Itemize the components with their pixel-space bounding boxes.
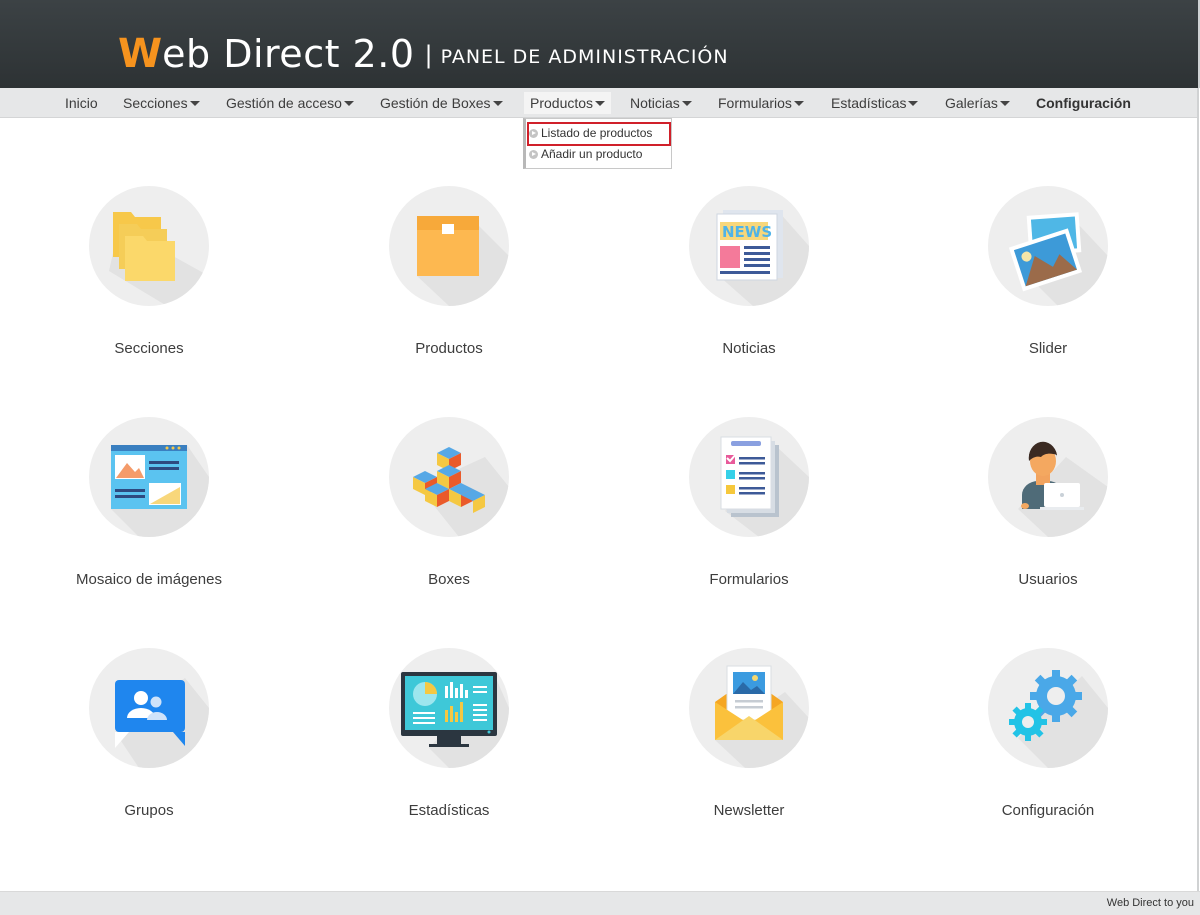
tile-icon-circle: NEWS [689, 186, 809, 306]
folders-icon [109, 212, 209, 306]
tile-mosaico-imagenes[interactable]: Mosaico de imágenes [29, 417, 269, 617]
statistics-monitor-icon [401, 672, 509, 768]
nav-item-label: Productos [530, 95, 594, 111]
nav-item-label: Inicio [65, 95, 98, 111]
nav-item-configuracion[interactable]: Configuración [1036, 92, 1131, 114]
page-right-border [1197, 88, 1199, 891]
tile-label: Slider [1028, 340, 1068, 357]
tile-label: Formularios [709, 571, 789, 588]
nav-item-label: Gestión de Boxes [380, 95, 491, 111]
nav-item-secciones[interactable]: Secciones [123, 92, 200, 114]
tile-label: Estadísticas [408, 802, 490, 819]
footer-text: Web Direct to you [1106, 897, 1194, 909]
tile-newsletter[interactable]: Newsletter [629, 648, 869, 848]
nav-item-estadisticas[interactable]: Estadísticas [831, 92, 919, 114]
dropdown-item-anadir-producto[interactable]: Añadir un producto [529, 145, 642, 165]
gears-icon [1009, 670, 1108, 768]
tile-icon-circle [988, 186, 1108, 306]
caret-down-icon [681, 101, 692, 106]
nav-item-gestion-acceso[interactable]: Gestión de acceso [226, 92, 354, 114]
tile-icon-circle [988, 648, 1108, 768]
user-icon [1018, 441, 1108, 537]
tile-configuracion[interactable]: Configuración [928, 648, 1168, 848]
dropdown-item-label: Listado de productos [541, 126, 653, 140]
caret-down-icon [595, 101, 606, 106]
caret-down-icon [492, 101, 503, 106]
main-nav: Inicio Secciones Gestión de acceso Gesti… [0, 88, 1198, 118]
tile-label: Productos [415, 340, 483, 357]
logo-separator: | [424, 41, 433, 69]
nav-item-label: Gestión de acceso [226, 95, 342, 111]
nav-item-label: Configuración [1036, 95, 1131, 111]
tile-icon-circle [389, 417, 509, 537]
tile-label: Secciones [114, 340, 184, 357]
app-logo: Web Direct 2.0 | PANEL DE ADMINISTRACIÓN [118, 31, 729, 81]
tile-estadisticas[interactable]: Estadísticas [329, 648, 569, 848]
tile-formularios[interactable]: Formularios [629, 417, 869, 617]
svg-text:NEWS: NEWS [722, 223, 772, 241]
nav-item-galerias[interactable]: Galerías [945, 92, 1010, 114]
box-icon [417, 216, 509, 306]
form-icon [720, 436, 809, 537]
tile-slider[interactable]: Slider [928, 186, 1168, 386]
caret-down-icon [908, 101, 919, 106]
nav-item-label: Secciones [123, 95, 188, 111]
tile-productos[interactable]: Productos [329, 186, 569, 386]
tile-icon-circle [389, 186, 509, 306]
nav-item-label: Noticias [630, 95, 680, 111]
tile-icon-circle [89, 648, 209, 768]
images-icon [1008, 212, 1108, 306]
tile-icon-circle [89, 186, 209, 306]
dropdown-item-listado-productos[interactable]: Listado de productos [527, 122, 671, 146]
tile-label: Noticias [722, 340, 776, 357]
tile-label: Newsletter [713, 802, 785, 819]
tile-usuarios[interactable]: Usuarios [928, 417, 1168, 617]
nav-item-gestion-boxes[interactable]: Gestión de Boxes [380, 92, 503, 114]
nav-item-label: Estadísticas [831, 95, 907, 111]
header-subtitle: PANEL DE ADMINISTRACIÓN [440, 46, 729, 68]
newspaper-icon: NEWS [716, 210, 809, 306]
nav-item-label: Formularios [718, 95, 792, 111]
newsletter-envelope-icon [715, 665, 809, 768]
nav-item-formularios[interactable]: Formularios [718, 92, 804, 114]
tile-icon-circle [689, 417, 809, 537]
tile-boxes[interactable]: Boxes [329, 417, 569, 617]
caret-down-icon [999, 101, 1010, 106]
dropdown-item-label: Añadir un producto [541, 147, 643, 161]
nav-item-noticias[interactable]: Noticias [630, 92, 692, 114]
tile-secciones[interactable]: Secciones [29, 186, 269, 386]
logo-text: eb Direct 2.0 [162, 32, 415, 76]
tile-label: Mosaico de imágenes [76, 571, 222, 588]
caret-down-icon [793, 101, 804, 106]
caret-down-icon [189, 101, 200, 106]
nav-item-label: Galerías [945, 95, 998, 111]
tile-noticias[interactable]: NEWS Noticias [629, 186, 869, 386]
tile-label: Configuración [1001, 802, 1095, 819]
group-icon [115, 678, 209, 768]
tile-icon-circle [389, 648, 509, 768]
header-bar: Web Direct 2.0 | PANEL DE ADMINISTRACIÓN [0, 0, 1200, 88]
bullet-arrow-icon [529, 150, 538, 159]
tile-grupos[interactable]: Grupos [29, 648, 269, 848]
tile-icon-circle [988, 417, 1108, 537]
footer-bar: Web Direct to you [0, 891, 1200, 915]
productos-dropdown-menu: Listado de productos Añadir un producto [523, 118, 672, 169]
nav-item-productos[interactable]: Productos [524, 92, 612, 114]
tile-icon-circle [89, 417, 209, 537]
logo-initial: W [118, 31, 163, 77]
bullet-arrow-icon [529, 129, 538, 138]
tile-label: Usuarios [1018, 571, 1078, 588]
tile-icon-circle [689, 648, 809, 768]
cubes-icon [413, 447, 509, 537]
caret-down-icon [343, 101, 354, 106]
mosaic-icon [111, 445, 209, 537]
nav-item-inicio[interactable]: Inicio [65, 92, 98, 114]
tile-label: Grupos [124, 802, 174, 819]
tile-label: Boxes [428, 571, 470, 588]
